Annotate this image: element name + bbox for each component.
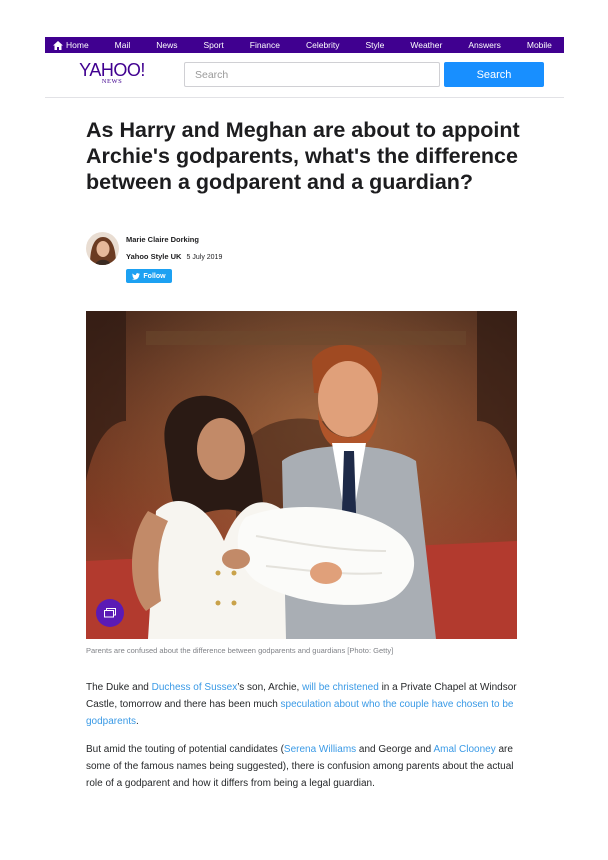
follow-label: Follow (143, 272, 166, 280)
nav-mobile[interactable]: Mobile (527, 40, 552, 50)
publish-date: 5 July 2019 (186, 254, 223, 261)
link-duchess-of-sussex[interactable]: Duchess of Sussex (152, 682, 238, 693)
link-amal-clooney[interactable]: Amal Clooney (433, 744, 495, 755)
nav-home-label: Home (66, 40, 89, 50)
byline-source: Yahoo Style UK 5 July 2019 (126, 252, 222, 261)
nav-answers[interactable]: Answers (468, 40, 501, 50)
search-input[interactable] (184, 62, 440, 87)
header-divider (45, 97, 564, 98)
twitter-icon (132, 272, 141, 280)
nav-news[interactable]: News (156, 40, 177, 50)
twitter-follow-button[interactable]: Follow (126, 269, 172, 283)
hero-image[interactable] (86, 311, 517, 639)
image-caption: Parents are confused about the differenc… (86, 646, 394, 655)
nav-sport[interactable]: Sport (203, 40, 223, 50)
article-paragraph-1: The Duke and Duchess of Sussex’s son, Ar… (86, 682, 517, 727)
nav-finance[interactable]: Finance (250, 40, 280, 50)
gallery-button[interactable] (96, 599, 124, 627)
top-nav: Home Mail News Sport Finance Celebrity S… (45, 37, 564, 53)
article-paragraph-2: But amid the touting of potential candid… (86, 744, 514, 789)
article-headline: As Harry and Meghan are about to appoint… (86, 118, 520, 194)
nav-home[interactable]: Home (53, 40, 89, 50)
nav-style[interactable]: Style (365, 40, 384, 50)
search-button[interactable]: Search (444, 62, 544, 87)
author-avatar[interactable] (86, 232, 119, 265)
nav-weather[interactable]: Weather (410, 40, 442, 50)
nav-celebrity[interactable]: Celebrity (306, 40, 340, 50)
source-name[interactable]: Yahoo Style UK (126, 252, 181, 261)
home-icon (53, 40, 63, 50)
link-will-be-christened[interactable]: will be christened (302, 682, 379, 693)
link-serena-williams[interactable]: Serena Williams (284, 744, 356, 755)
yahoo-news-logo[interactable]: YAHOO! NEWS (77, 61, 147, 85)
logo-wordmark: YAHOO! (79, 60, 145, 80)
author-name[interactable]: Marie Claire Dorking (126, 235, 199, 244)
gallery-icon (104, 608, 116, 618)
nav-mail[interactable]: Mail (115, 40, 131, 50)
